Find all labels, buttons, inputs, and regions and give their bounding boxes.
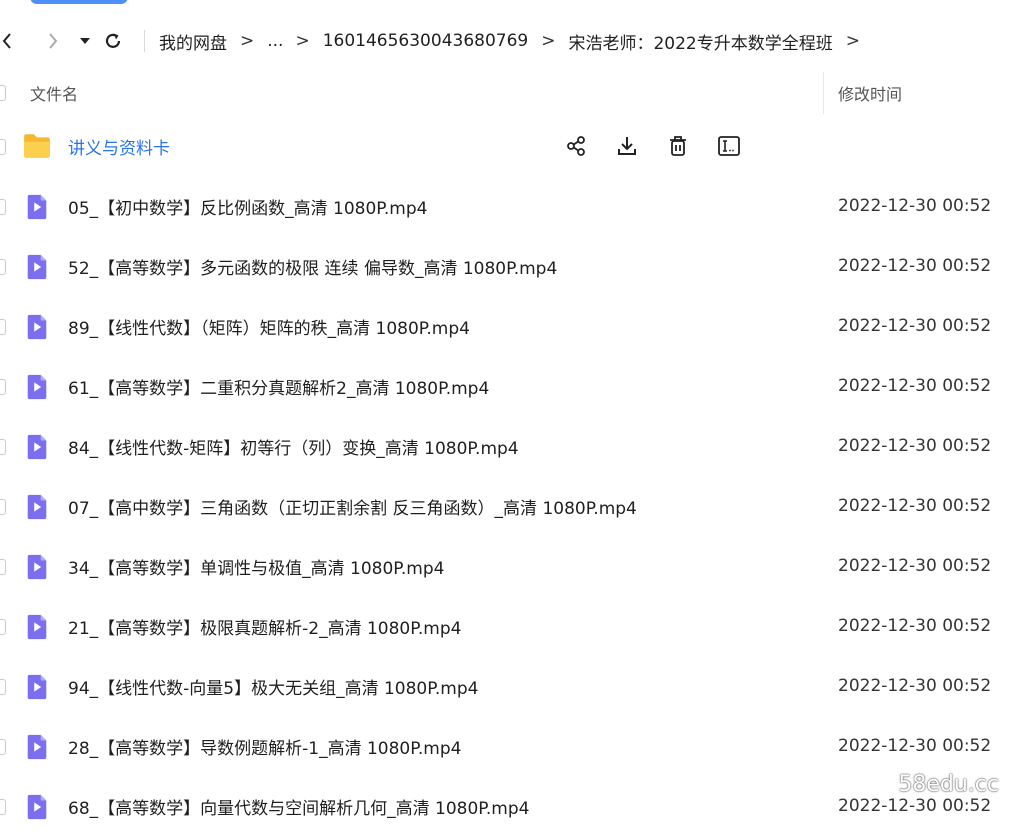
row-checkbox[interactable] bbox=[0, 439, 6, 455]
file-modified-time: 2022-12-30 00:52 bbox=[838, 736, 992, 756]
row-checkbox[interactable] bbox=[0, 559, 6, 575]
breadcrumb-item[interactable]: 我的网盘 bbox=[159, 29, 227, 54]
refresh-button[interactable] bbox=[100, 22, 126, 60]
file-name[interactable]: 61_【高等数学】二重积分真题解析2_高清 1080P.mp4 bbox=[68, 374, 489, 399]
breadcrumb-item[interactable]: 1601465630043680769 bbox=[323, 31, 529, 51]
video-file-icon bbox=[27, 194, 47, 220]
breadcrumb-separator: > bbox=[541, 31, 556, 51]
table-row[interactable]: 52_【高等数学】多元函数的极限 连续 偏导数_高清 1080P.mp4 2022… bbox=[0, 236, 1013, 296]
file-modified-time: 2022-12-30 00:52 bbox=[838, 316, 992, 336]
share-icon bbox=[567, 136, 585, 156]
download-icon bbox=[618, 137, 636, 155]
video-file-icon bbox=[27, 734, 47, 760]
table-row[interactable]: 89_【线性代数】（矩阵）矩阵的秩_高清 1080P.mp4 2022-12-30… bbox=[0, 296, 1013, 356]
file-name[interactable]: 28_【高等数学】导数例题解析-1_高清 1080P.mp4 bbox=[68, 734, 461, 759]
video-file-icon bbox=[27, 494, 47, 520]
history-dropdown-button[interactable] bbox=[78, 22, 92, 60]
breadcrumb-item[interactable]: 宋浩老师：2022专升本数学全程班 bbox=[568, 29, 832, 54]
video-file-icon bbox=[27, 314, 47, 340]
chevron-right-icon bbox=[49, 33, 58, 49]
file-modified-time: 2022-12-30 00:52 bbox=[838, 256, 992, 276]
toolbar: 我的网盘 > ... > 1601465630043680769 > 宋浩老师：… bbox=[0, 22, 1013, 60]
video-file-icon bbox=[27, 434, 47, 460]
table-row[interactable]: 61_【高等数学】二重积分真题解析2_高清 1080P.mp4 2022-12-3… bbox=[0, 356, 1013, 416]
table-row[interactable]: 84_【线性代数-矩阵】初等行（列）变换_高清 1080P.mp4 2022-12… bbox=[0, 416, 1013, 476]
download-button[interactable] bbox=[613, 132, 641, 160]
table-row[interactable]: 05_【初中数学】反比例函数_高清 1080P.mp4 2022-12-30 00… bbox=[0, 176, 1013, 236]
row-checkbox[interactable] bbox=[0, 139, 6, 155]
more-button[interactable] bbox=[715, 132, 743, 160]
table-row[interactable]: 21_【高等数学】极限真题解析-2_高清 1080P.mp4 2022-12-30… bbox=[0, 596, 1013, 656]
folder-name[interactable]: 讲义与资料卡 bbox=[68, 134, 170, 159]
file-modified-time: 2022-12-30 00:52 bbox=[838, 616, 992, 636]
file-modified-time: 2022-12-30 00:52 bbox=[838, 796, 992, 816]
file-modified-time: 2022-12-30 00:52 bbox=[838, 496, 992, 516]
column-header-modified[interactable]: 修改时间 bbox=[838, 81, 902, 105]
more-icon bbox=[718, 136, 740, 156]
select-all-checkbox[interactable] bbox=[0, 85, 6, 101]
toolbar-divider bbox=[144, 30, 145, 52]
delete-icon bbox=[670, 136, 686, 156]
row-checkbox[interactable] bbox=[0, 319, 6, 335]
table-row[interactable]: 94_【线性代数-向量5】极大无关组_高清 1080P.mp4 2022-12-3… bbox=[0, 656, 1013, 716]
share-button[interactable] bbox=[562, 132, 590, 160]
file-name[interactable]: 07_【高中数学】三角函数（正切正割余割 反三角函数）_高清 1080P.mp4 bbox=[68, 494, 637, 519]
watermark: 58edu.cc bbox=[898, 772, 999, 797]
video-file-icon bbox=[27, 554, 47, 580]
refresh-icon bbox=[105, 33, 121, 48]
file-name[interactable]: 94_【线性代数-向量5】极大无关组_高清 1080P.mp4 bbox=[68, 674, 478, 699]
row-checkbox[interactable] bbox=[0, 499, 6, 515]
row-checkbox[interactable] bbox=[0, 799, 6, 815]
file-modified-time: 2022-12-30 00:52 bbox=[838, 436, 992, 456]
row-actions bbox=[562, 132, 766, 160]
back-button[interactable] bbox=[0, 22, 14, 60]
table-row[interactable]: 28_【高等数学】导数例题解析-1_高清 1080P.mp4 2022-12-30… bbox=[0, 716, 1013, 776]
video-file-icon bbox=[27, 254, 47, 280]
table-row[interactable]: 68_【高等数学】向量代数与空间解析几何_高清 1080P.mp4 2022-12… bbox=[0, 776, 1013, 836]
table-row[interactable]: 34_【高等数学】单调性与极值_高清 1080P.mp4 2022-12-30 0… bbox=[0, 536, 1013, 596]
breadcrumb-separator: > bbox=[845, 31, 860, 51]
row-checkbox[interactable] bbox=[0, 619, 6, 635]
row-checkbox[interactable] bbox=[0, 199, 6, 215]
breadcrumb-separator: > bbox=[295, 31, 310, 51]
top-pill-accent bbox=[30, 0, 128, 4]
row-checkbox[interactable] bbox=[0, 739, 6, 755]
file-name[interactable]: 34_【高等数学】单调性与极值_高清 1080P.mp4 bbox=[68, 554, 444, 579]
chevron-left-icon bbox=[2, 33, 11, 49]
delete-button[interactable] bbox=[664, 132, 692, 160]
row-checkbox[interactable] bbox=[0, 259, 6, 275]
caret-down-icon bbox=[80, 38, 90, 44]
file-name[interactable]: 05_【初中数学】反比例函数_高清 1080P.mp4 bbox=[68, 194, 427, 219]
video-file-icon bbox=[27, 674, 47, 700]
video-file-icon bbox=[27, 794, 47, 820]
row-checkbox[interactable] bbox=[0, 679, 6, 695]
file-name[interactable]: 89_【线性代数】（矩阵）矩阵的秩_高清 1080P.mp4 bbox=[68, 314, 470, 339]
column-header-name[interactable]: 文件名 bbox=[30, 81, 78, 105]
video-file-icon bbox=[27, 374, 47, 400]
file-name[interactable]: 52_【高等数学】多元函数的极限 连续 偏导数_高清 1080P.mp4 bbox=[68, 254, 557, 279]
table-header: 文件名 修改时间 bbox=[0, 72, 1013, 114]
file-modified-time: 2022-12-30 00:52 bbox=[838, 196, 992, 216]
folder-icon bbox=[24, 134, 50, 158]
breadcrumb-item[interactable]: ... bbox=[267, 31, 283, 51]
file-modified-time: 2022-12-30 00:52 bbox=[838, 676, 992, 696]
file-name[interactable]: 84_【线性代数-矩阵】初等行（列）变换_高清 1080P.mp4 bbox=[68, 434, 519, 459]
table-row[interactable]: 07_【高中数学】三角函数（正切正割余割 反三角函数）_高清 1080P.mp4… bbox=[0, 476, 1013, 536]
forward-button[interactable] bbox=[38, 22, 68, 60]
row-checkbox[interactable] bbox=[0, 379, 6, 395]
file-modified-time: 2022-12-30 00:52 bbox=[838, 556, 992, 576]
breadcrumb-separator: > bbox=[240, 31, 255, 51]
table-row-folder[interactable]: 讲义与资料卡 bbox=[0, 116, 1013, 176]
file-name[interactable]: 21_【高等数学】极限真题解析-2_高清 1080P.mp4 bbox=[68, 614, 461, 639]
breadcrumb: 我的网盘 > ... > 1601465630043680769 > 宋浩老师：… bbox=[159, 29, 873, 54]
column-divider[interactable] bbox=[823, 72, 824, 114]
file-modified-time: 2022-12-30 00:52 bbox=[838, 376, 992, 396]
video-file-icon bbox=[27, 614, 47, 640]
